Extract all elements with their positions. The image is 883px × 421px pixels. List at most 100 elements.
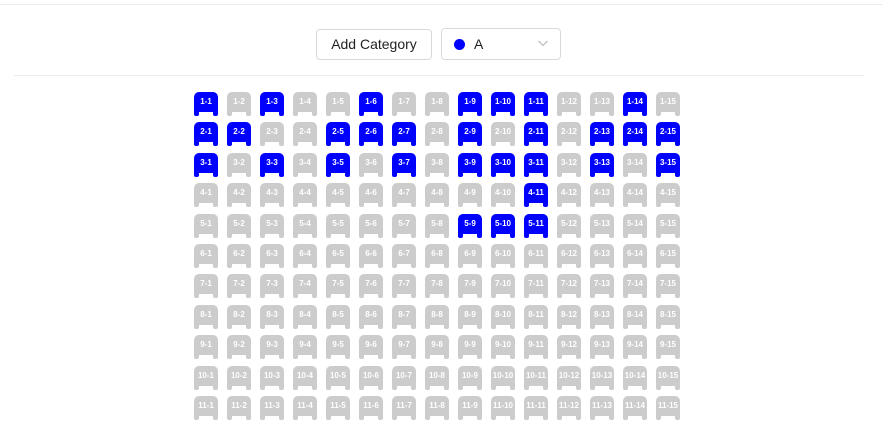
seat-2-8[interactable]: 2-8 [425, 122, 449, 146]
seat-2-14[interactable]: 2-14 [623, 122, 647, 146]
seat-8-13[interactable]: 8-13 [590, 305, 614, 329]
seat-11-10[interactable]: 11-10 [491, 396, 515, 420]
seat-10-13[interactable]: 10-13 [590, 366, 614, 390]
seat-9-1[interactable]: 9-1 [194, 335, 218, 359]
seat-6-2[interactable]: 6-2 [227, 244, 251, 268]
seat-1-10[interactable]: 1-10 [491, 92, 515, 116]
seat-3-15[interactable]: 3-15 [656, 153, 680, 177]
seat-10-12[interactable]: 10-12 [557, 366, 581, 390]
seat-4-13[interactable]: 4-13 [590, 183, 614, 207]
seat-10-1[interactable]: 10-1 [194, 366, 218, 390]
seat-10-2[interactable]: 10-2 [227, 366, 251, 390]
seat-4-12[interactable]: 4-12 [557, 183, 581, 207]
seat-8-1[interactable]: 8-1 [194, 305, 218, 329]
seat-5-15[interactable]: 5-15 [656, 214, 680, 238]
seat-9-2[interactable]: 9-2 [227, 335, 251, 359]
seat-9-15[interactable]: 9-15 [656, 335, 680, 359]
seat-3-11[interactable]: 3-11 [524, 153, 548, 177]
seat-8-3[interactable]: 8-3 [260, 305, 284, 329]
seat-6-4[interactable]: 6-4 [293, 244, 317, 268]
seat-2-5[interactable]: 2-5 [326, 122, 350, 146]
seat-5-9[interactable]: 5-9 [458, 214, 482, 238]
seat-3-3[interactable]: 3-3 [260, 153, 284, 177]
seat-1-11[interactable]: 1-11 [524, 92, 548, 116]
seat-7-5[interactable]: 7-5 [326, 274, 350, 298]
seat-9-4[interactable]: 9-4 [293, 335, 317, 359]
seat-3-8[interactable]: 3-8 [425, 153, 449, 177]
seat-9-11[interactable]: 9-11 [524, 335, 548, 359]
seat-10-5[interactable]: 10-5 [326, 366, 350, 390]
seat-11-12[interactable]: 11-12 [557, 396, 581, 420]
seat-5-10[interactable]: 5-10 [491, 214, 515, 238]
add-category-button[interactable]: Add Category [316, 29, 432, 60]
seat-11-13[interactable]: 11-13 [590, 396, 614, 420]
seat-2-1[interactable]: 2-1 [194, 122, 218, 146]
seat-11-11[interactable]: 11-11 [524, 396, 548, 420]
seat-7-9[interactable]: 7-9 [458, 274, 482, 298]
seat-6-12[interactable]: 6-12 [557, 244, 581, 268]
seat-3-9[interactable]: 3-9 [458, 153, 482, 177]
seat-1-12[interactable]: 1-12 [557, 92, 581, 116]
seat-3-14[interactable]: 3-14 [623, 153, 647, 177]
seat-10-7[interactable]: 10-7 [392, 366, 416, 390]
seat-11-15[interactable]: 11-15 [656, 396, 680, 420]
seat-6-3[interactable]: 6-3 [260, 244, 284, 268]
seat-7-15[interactable]: 7-15 [656, 274, 680, 298]
seat-7-14[interactable]: 7-14 [623, 274, 647, 298]
seat-8-14[interactable]: 8-14 [623, 305, 647, 329]
seat-11-1[interactable]: 11-1 [194, 396, 218, 420]
seat-9-9[interactable]: 9-9 [458, 335, 482, 359]
seat-8-4[interactable]: 8-4 [293, 305, 317, 329]
seat-4-11[interactable]: 4-11 [524, 183, 548, 207]
seat-9-3[interactable]: 9-3 [260, 335, 284, 359]
seat-11-3[interactable]: 11-3 [260, 396, 284, 420]
seat-6-7[interactable]: 6-7 [392, 244, 416, 268]
seat-11-4[interactable]: 11-4 [293, 396, 317, 420]
seat-3-5[interactable]: 3-5 [326, 153, 350, 177]
seat-1-9[interactable]: 1-9 [458, 92, 482, 116]
seat-6-6[interactable]: 6-6 [359, 244, 383, 268]
seat-11-14[interactable]: 11-14 [623, 396, 647, 420]
seat-7-13[interactable]: 7-13 [590, 274, 614, 298]
seat-10-3[interactable]: 10-3 [260, 366, 284, 390]
seat-1-4[interactable]: 1-4 [293, 92, 317, 116]
seat-6-5[interactable]: 6-5 [326, 244, 350, 268]
seat-3-7[interactable]: 3-7 [392, 153, 416, 177]
seat-10-11[interactable]: 10-11 [524, 366, 548, 390]
seat-1-15[interactable]: 1-15 [656, 92, 680, 116]
seat-9-7[interactable]: 9-7 [392, 335, 416, 359]
seat-4-3[interactable]: 4-3 [260, 183, 284, 207]
seat-5-12[interactable]: 5-12 [557, 214, 581, 238]
seat-6-14[interactable]: 6-14 [623, 244, 647, 268]
seat-4-6[interactable]: 4-6 [359, 183, 383, 207]
seat-3-10[interactable]: 3-10 [491, 153, 515, 177]
seat-8-8[interactable]: 8-8 [425, 305, 449, 329]
seat-7-4[interactable]: 7-4 [293, 274, 317, 298]
seat-5-3[interactable]: 5-3 [260, 214, 284, 238]
seat-1-8[interactable]: 1-8 [425, 92, 449, 116]
seat-6-13[interactable]: 6-13 [590, 244, 614, 268]
seat-3-13[interactable]: 3-13 [590, 153, 614, 177]
seat-11-7[interactable]: 11-7 [392, 396, 416, 420]
seat-10-10[interactable]: 10-10 [491, 366, 515, 390]
seat-8-11[interactable]: 8-11 [524, 305, 548, 329]
seat-3-1[interactable]: 3-1 [194, 153, 218, 177]
seat-4-15[interactable]: 4-15 [656, 183, 680, 207]
seat-8-6[interactable]: 8-6 [359, 305, 383, 329]
seat-5-5[interactable]: 5-5 [326, 214, 350, 238]
seat-8-10[interactable]: 8-10 [491, 305, 515, 329]
seat-8-9[interactable]: 8-9 [458, 305, 482, 329]
seat-4-2[interactable]: 4-2 [227, 183, 251, 207]
seat-5-8[interactable]: 5-8 [425, 214, 449, 238]
seat-2-9[interactable]: 2-9 [458, 122, 482, 146]
seat-7-8[interactable]: 7-8 [425, 274, 449, 298]
seat-11-6[interactable]: 11-6 [359, 396, 383, 420]
seat-10-4[interactable]: 10-4 [293, 366, 317, 390]
seat-6-15[interactable]: 6-15 [656, 244, 680, 268]
seat-6-9[interactable]: 6-9 [458, 244, 482, 268]
seat-6-11[interactable]: 6-11 [524, 244, 548, 268]
seat-3-4[interactable]: 3-4 [293, 153, 317, 177]
seat-8-15[interactable]: 8-15 [656, 305, 680, 329]
seat-8-5[interactable]: 8-5 [326, 305, 350, 329]
seat-1-7[interactable]: 1-7 [392, 92, 416, 116]
